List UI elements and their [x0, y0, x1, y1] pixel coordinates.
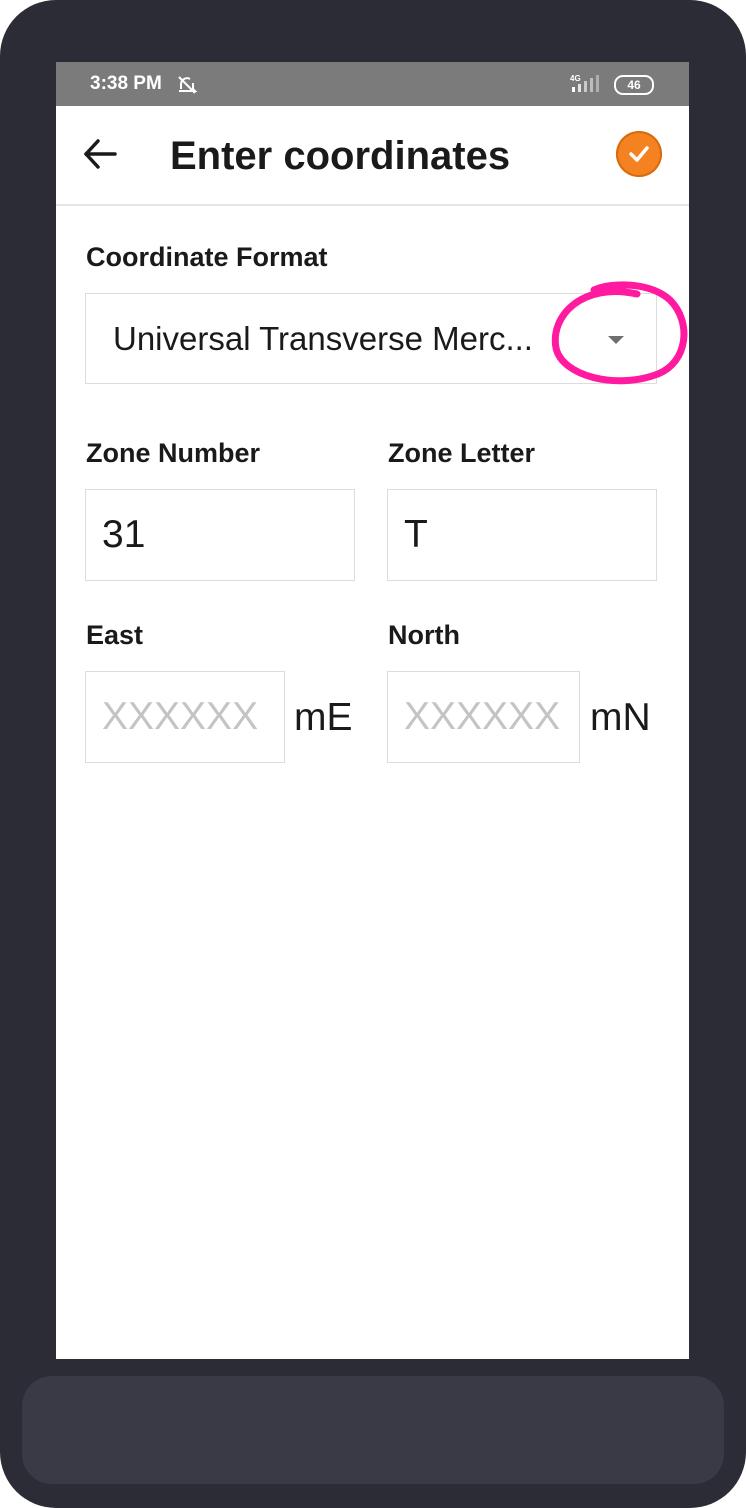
- north-unit-label: mN: [590, 696, 651, 739]
- checkmark-icon: [629, 146, 649, 162]
- battery-icon: 46: [614, 75, 654, 95]
- app-screen: 3:38 PM 4G 46 Enter coordinates Coordina…: [56, 62, 689, 1359]
- phone-chin: [22, 1376, 724, 1484]
- signal-icon: 4G: [568, 72, 604, 99]
- status-bar: 3:38 PM 4G 46: [56, 62, 689, 106]
- arrow-left-icon[interactable]: [82, 138, 118, 175]
- coordinate-format-label: Coordinate Format: [86, 242, 328, 272]
- north-input[interactable]: [387, 671, 580, 763]
- highlight-annotation: [551, 281, 688, 385]
- page-title: Enter coordinates: [170, 134, 511, 178]
- zone-number-input[interactable]: [85, 489, 355, 581]
- east-label: East: [86, 620, 144, 650]
- zone-letter-input[interactable]: [387, 489, 657, 581]
- east-input[interactable]: [85, 671, 285, 763]
- notifications-off-icon: [176, 74, 198, 101]
- status-time: 3:38 PM: [90, 73, 162, 94]
- zone-number-label: Zone Number: [86, 438, 261, 468]
- north-label: North: [388, 620, 460, 650]
- app-bar: Enter coordinates: [56, 106, 689, 206]
- phone-frame: 3:38 PM 4G 46 Enter coordinates Coordina…: [0, 0, 746, 1508]
- zone-letter-label: Zone Letter: [388, 438, 536, 468]
- confirm-button[interactable]: [616, 131, 662, 177]
- east-unit-label: mE: [294, 696, 353, 739]
- coordinate-format-value: Universal Transverse Merc...: [113, 320, 533, 357]
- network-type-label: 4G: [570, 74, 581, 83]
